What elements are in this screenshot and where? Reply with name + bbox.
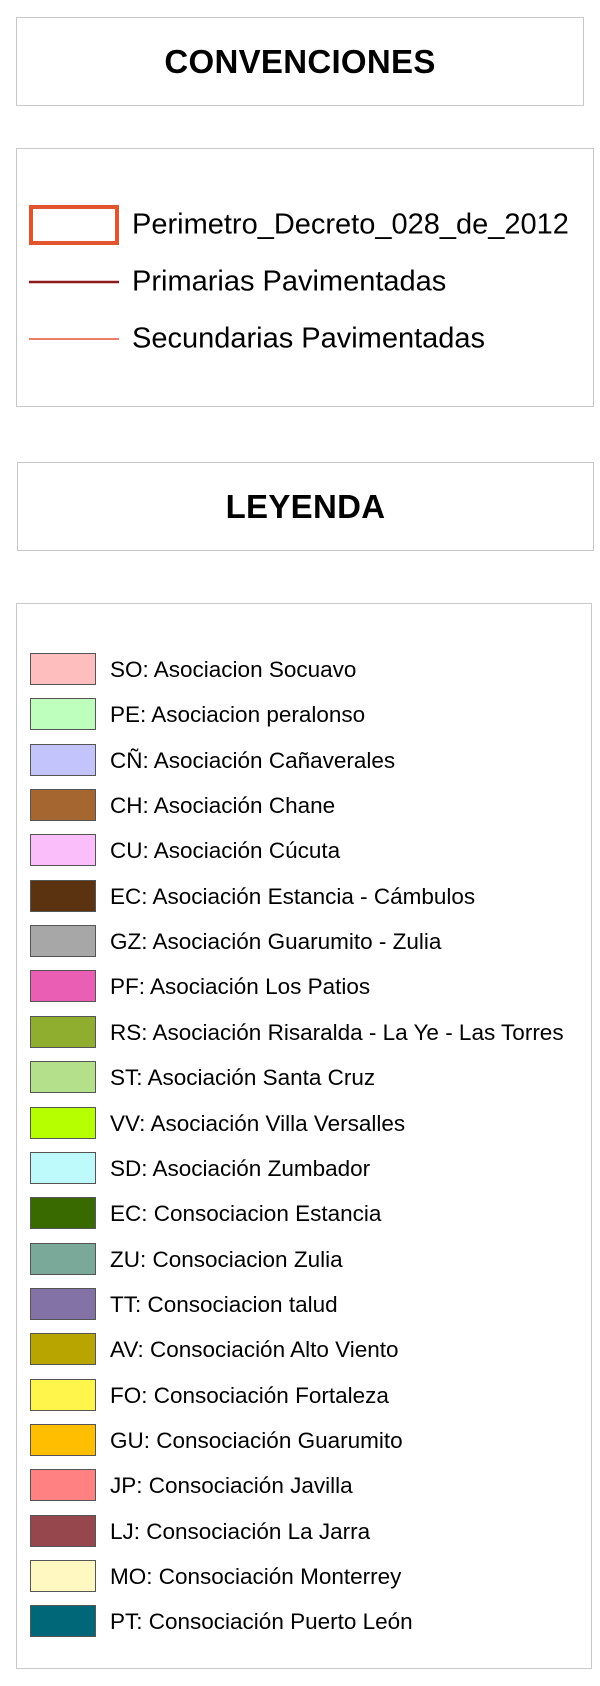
legend-swatch <box>30 653 96 685</box>
legend-label: AV: Consociación Alto Viento <box>110 1337 399 1363</box>
legend-swatch <box>30 1151 96 1184</box>
legend-swatch <box>30 1605 96 1638</box>
legend-label: EC: Consociacion Estancia <box>110 1201 382 1227</box>
legend-label: CU: Asociación Cúcuta <box>110 838 341 864</box>
legend-swatch <box>30 970 96 1003</box>
leyenda-panel: SO: Asociacion Socuavo PE: Asociacion per… <box>16 603 592 1669</box>
legend-label: JP: Consociación Javilla <box>110 1473 353 1499</box>
legend-swatch <box>30 1061 96 1094</box>
convencion-label: Secundarias Pavimentadas <box>132 322 486 355</box>
legend-swatch <box>30 1333 96 1366</box>
legend-swatch <box>30 743 96 776</box>
legend-item: CÑ: Asociación Cañaverales <box>17 743 591 778</box>
legend-swatch <box>30 834 96 867</box>
legend-swatch <box>30 1423 96 1456</box>
legend-label: ST: Asociación Santa Cruz <box>110 1065 376 1091</box>
convenciones-title-box: CONVENCIONES <box>16 17 584 106</box>
legend-label: RS: Asociación Risaralda - La Ye - Las T… <box>110 1019 564 1045</box>
legend-swatch <box>30 1197 96 1230</box>
legend-label: LJ: Consociación La Jarra <box>110 1518 371 1544</box>
leyenda-title-box: LEYENDA <box>17 462 594 551</box>
dashed-perimeter-icon <box>29 205 119 245</box>
legend-label: MO: Consociación Monterrey <box>110 1564 402 1589</box>
primary-road-line-icon <box>29 280 119 284</box>
legend-item: EC: Consociacion Estancia <box>17 1197 591 1231</box>
legend-item: MO: Consociación Monterrey <box>17 1560 591 1594</box>
legend-item: SD: Asociación Zumbador <box>17 1151 591 1186</box>
legend-swatch <box>30 1015 96 1048</box>
legend-swatch <box>30 925 96 958</box>
legend-label: TT: Consociacion talud <box>110 1291 338 1317</box>
leyenda-title: LEYENDA <box>225 487 386 525</box>
legend-swatch <box>30 1560 96 1592</box>
convencion-item-perimetro: Perimetro_Decreto_028_de_2012 <box>17 205 593 245</box>
convencion-item-secundarias: Secundarias Pavimentadas <box>17 319 593 359</box>
legend-item: PF: Asociación Los Patios <box>17 970 591 1004</box>
convencion-label: Primarias Pavimentadas <box>132 265 447 298</box>
legend-item: VV: Asociación Villa Versalles <box>17 1106 591 1141</box>
convencion-label: Perimetro_Decreto_028_de_2012 <box>132 208 569 241</box>
legend-item: TT: Consociacion talud <box>17 1287 591 1322</box>
legend-item: GU: Consociación Guarumito <box>17 1423 591 1458</box>
legend-swatch <box>30 1287 96 1320</box>
legend-swatch <box>30 879 96 912</box>
legend-item: ST: Asociación Santa Cruz <box>17 1061 591 1095</box>
legend-item: ZU: Consociacion Zulia <box>17 1242 591 1277</box>
legend-item: RS: Asociación Risaralda - La Ye - Las T… <box>17 1015 591 1050</box>
legend-label: CÑ: Asociación Cañaverales <box>110 747 396 773</box>
legend-label: PF: Asociación Los Patios <box>110 974 371 1000</box>
legend-label: GU: Consociación Guarumito <box>110 1427 403 1453</box>
legend-item: CU: Asociación Cúcuta <box>17 834 591 868</box>
convencion-item-primarias: Primarias Pavimentadas <box>17 262 593 302</box>
legend-swatch <box>30 789 96 822</box>
convenciones-title: CONVENCIONES <box>164 42 436 80</box>
legend-item: PE: Asociacion peralonso <box>17 698 591 732</box>
convenciones-panel: Perimetro_Decreto_028_de_2012 Primarias … <box>16 148 594 407</box>
legend-item: CH: Asociación Chane <box>17 789 591 823</box>
legend-label: SD: Asociación Zumbador <box>110 1155 371 1181</box>
legend-item: FO: Consociación Fortaleza <box>17 1378 591 1413</box>
legend-swatch <box>30 1469 96 1502</box>
legend-label: EC: Asociación Estancia - Cámbulos <box>110 883 476 909</box>
legend-label: SO: Asociacion Socuavo <box>110 657 357 682</box>
legend-item: EC: Asociación Estancia - Cámbulos <box>17 879 591 914</box>
legend-label: PE: Asociacion peralonso <box>110 702 366 728</box>
legend-label: ZU: Consociacion Zulia <box>110 1246 343 1272</box>
legend-label: PT: Consociación Puerto León <box>110 1609 413 1635</box>
legend-item: SO: Asociacion Socuavo <box>17 653 591 687</box>
legend-label: FO: Consociación Fortaleza <box>110 1382 389 1408</box>
legend-item: AV: Consociación Alto Viento <box>17 1333 591 1367</box>
legend-label: CH: Asociación Chane <box>110 793 336 819</box>
legend-item: JP: Consociación Javilla <box>17 1469 591 1503</box>
legend-swatch <box>30 1106 96 1139</box>
legend-item: PT: Consociación Puerto León <box>17 1605 591 1639</box>
legend-swatch <box>30 1242 96 1275</box>
legend-swatch <box>30 1378 96 1411</box>
legend-item: GZ: Asociación Guarumito - Zulia <box>17 925 591 959</box>
legend-label: VV: Asociación Villa Versalles <box>110 1110 406 1136</box>
secondary-road-line-icon <box>29 338 119 340</box>
legend-swatch <box>30 1514 96 1547</box>
legend-item: LJ: Consociación La Jarra <box>17 1514 591 1549</box>
legend-label: GZ: Asociación Guarumito - Zulia <box>110 929 442 955</box>
legend-swatch <box>30 698 96 731</box>
